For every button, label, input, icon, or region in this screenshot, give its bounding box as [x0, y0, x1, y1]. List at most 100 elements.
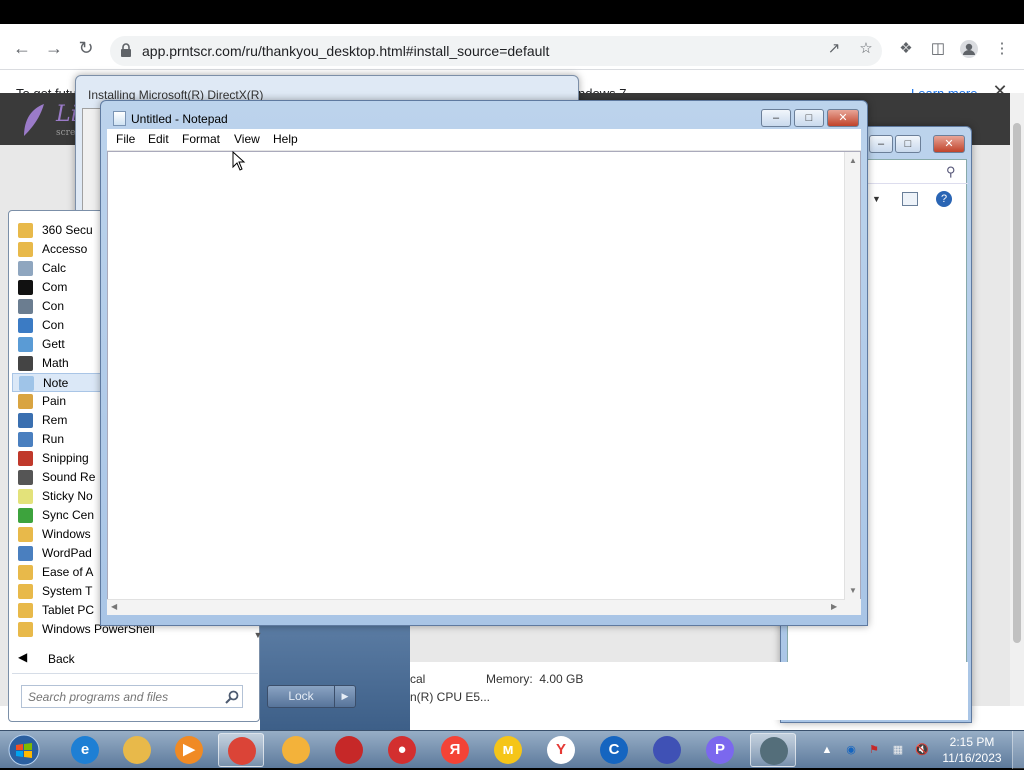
chrome-icon — [228, 737, 256, 765]
yandex-browser-icon: Y — [547, 736, 575, 764]
screen-recorder-icon: ● — [388, 736, 416, 764]
menu-edit[interactable]: Edit — [148, 132, 169, 146]
scroll-down-arrow-icon[interactable]: ▼ — [845, 586, 861, 595]
url-text[interactable]: app.prntscr.com/ru/thankyou_desktop.html… — [142, 43, 549, 59]
taskbar-network-monitor-button[interactable] — [750, 733, 796, 767]
taskbar-yandex-button[interactable]: Я — [432, 733, 478, 767]
back-arrow-icon[interactable]: ← — [11, 37, 33, 59]
taskbar-windows-explorer-button[interactable] — [114, 733, 160, 767]
taskbar-screenshot-editor-button[interactable] — [644, 733, 690, 767]
menu-view[interactable]: View — [234, 132, 260, 146]
preview-pane-icon[interactable] — [902, 192, 918, 206]
windows-explorer-icon — [18, 527, 33, 542]
clock-date[interactable]: 11/16/2023 — [932, 751, 1012, 765]
vertical-scrollbar[interactable]: ▲ ▼ — [844, 152, 860, 600]
forward-arrow-icon[interactable]: → — [43, 37, 65, 59]
horizontal-scrollbar[interactable]: ◀ ▶ — [107, 599, 845, 615]
program-label: Windows — [42, 527, 91, 541]
minimize-icon[interactable]: – — [761, 109, 791, 127]
clock-time[interactable]: 2:15 PM — [932, 735, 1012, 749]
math-input-icon — [18, 356, 33, 371]
search-icon[interactable]: ⚲ — [946, 164, 956, 180]
text-editor-input[interactable] — [108, 152, 844, 598]
program-label: Run — [42, 432, 65, 446]
search-input[interactable] — [28, 689, 218, 705]
back-triangle-icon: ◀ — [18, 650, 28, 664]
taskbar-lightshot-button[interactable]: P — [697, 733, 743, 767]
internet-explorer-icon: e — [71, 736, 99, 764]
close-icon[interactable]: ✕ — [933, 135, 965, 153]
memory-label: Memory: 4.00 GB — [486, 672, 583, 686]
power-options-arrow-icon[interactable]: ▶ — [334, 685, 356, 708]
program-label: Math — [42, 356, 69, 370]
program-label: System T — [42, 584, 93, 598]
scroll-up-arrow-icon[interactable]: ▲ — [845, 156, 861, 165]
volume-muted-icon[interactable]: 🔇 — [914, 742, 930, 758]
memory-label-text: Memory: — [486, 672, 533, 686]
paint-icon — [18, 394, 33, 409]
side-panel-icon[interactable]: ◫ — [928, 39, 948, 59]
bookmark-star-icon[interactable]: ☆ — [856, 39, 876, 59]
taskbar-screen-recorder-button[interactable]: ● — [379, 733, 425, 767]
remote-desktop-icon — [18, 413, 33, 428]
action-center-icon[interactable]: ⚑ — [866, 742, 882, 758]
extensions-puzzle-icon[interactable]: ❖ — [896, 39, 916, 59]
program-label: Gett — [42, 337, 65, 351]
show-hidden-icons-icon[interactable]: ▲ — [819, 742, 835, 758]
program-label: Con — [42, 299, 65, 313]
address-bar[interactable]: app.prntscr.com/ru/thankyou_desktop.html… — [110, 36, 882, 66]
folder-icon — [18, 584, 33, 599]
program-label: Sync Cen — [42, 508, 95, 522]
maximize-icon[interactable]: □ — [895, 135, 921, 153]
divider — [12, 673, 258, 674]
memory-value: 4.00 GB — [539, 672, 584, 686]
chevron-down-icon[interactable]: ▼ — [872, 194, 881, 204]
taskbar-ccleaner-button[interactable]: C — [591, 733, 637, 767]
program-label: WordPad — [42, 546, 92, 560]
close-icon[interactable]: ✕ — [827, 109, 859, 127]
browser-shield-icon — [282, 736, 310, 764]
taskbar-browser-shield-button[interactable] — [273, 733, 319, 767]
program-label: Sticky No — [42, 489, 93, 503]
window-title: Untitled - Notepad — [131, 112, 228, 126]
browser-toolbar: ← → ↻ app.prntscr.com/ru/thankyou_deskto… — [0, 24, 1024, 70]
page-scrollbar[interactable] — [1010, 93, 1024, 706]
taskbar: e ▶ ● Ям Y C P ▲ ◉ ⚑ ▦ 🔇 2:15 PM 11/16/2023 — [0, 730, 1024, 769]
minimize-icon[interactable]: – — [869, 135, 893, 153]
kebab-menu-icon[interactable]: ⋮ — [992, 39, 1012, 59]
scroll-left-arrow-icon[interactable]: ◀ — [111, 602, 117, 611]
share-icon[interactable]: ↗ — [824, 39, 844, 59]
yandex-icon: Я — [441, 736, 469, 764]
menu-format[interactable]: Format — [182, 132, 220, 146]
tray-app-icon[interactable]: ◉ — [843, 742, 859, 758]
notepad-window[interactable]: Untitled - Notepad – □ ✕ File Edit Forma… — [100, 100, 868, 626]
taskbar-media-player-button[interactable]: ▶ — [166, 733, 212, 767]
taskbar-internet-explorer-button[interactable]: e — [62, 733, 108, 767]
show-desktop-button[interactable] — [1012, 731, 1024, 769]
scrollbar-thumb[interactable] — [1013, 123, 1021, 643]
taskbar-yandex-music-button[interactable]: м — [485, 733, 531, 767]
help-icon[interactable]: ? — [936, 191, 952, 207]
taskbar-antivirus-button[interactable] — [326, 733, 372, 767]
profile-avatar-icon[interactable] — [959, 39, 979, 59]
menu-help[interactable]: Help — [273, 132, 298, 146]
lock-button[interactable]: Lock — [267, 685, 335, 708]
menu-file[interactable]: File — [116, 132, 135, 146]
resize-grip-icon[interactable] — [845, 599, 861, 615]
taskbar-chrome-button[interactable] — [218, 733, 264, 767]
run-icon — [18, 432, 33, 447]
network-icon[interactable]: ▦ — [890, 742, 906, 758]
start-button[interactable] — [4, 733, 44, 767]
folder-icon — [18, 622, 33, 637]
reload-icon[interactable]: ↻ — [75, 37, 97, 59]
yandex-music-icon: м — [494, 736, 522, 764]
program-label: Ease of A — [42, 565, 94, 579]
site-logo: Li scre — [18, 100, 78, 140]
maximize-icon[interactable]: □ — [794, 109, 824, 127]
scroll-right-arrow-icon[interactable]: ▶ — [831, 602, 837, 611]
command-prompt-icon — [18, 280, 33, 295]
taskbar-yandex-browser-button[interactable]: Y — [538, 733, 584, 767]
back-button[interactable]: ◀ Back — [12, 648, 252, 670]
scroll-down-arrow-icon[interactable]: ▼ — [251, 627, 265, 643]
search-programs-field[interactable] — [21, 685, 243, 708]
